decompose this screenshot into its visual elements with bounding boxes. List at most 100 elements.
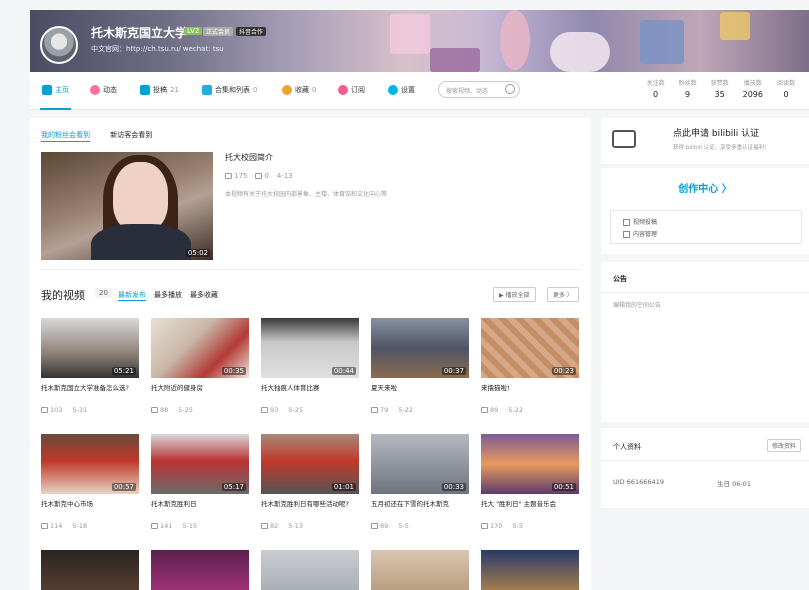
- video-card[interactable]: 05:21 托木斯克国立大学准备怎么选? 103 5-31: [41, 318, 139, 414]
- video-card[interactable]: 00:51 托大 "胜利日" 主题音乐会 170 5-5: [481, 434, 579, 530]
- uid-value: UID 661666419: [613, 478, 664, 486]
- featured-video-title[interactable]: 托大校园简介: [225, 152, 273, 163]
- video-title[interactable]: 来撸猫啦!: [481, 384, 579, 402]
- sort-latest[interactable]: 最新发布: [118, 290, 146, 301]
- video-meta: 89 5-5: [371, 522, 469, 530]
- member-badge: 正式会员: [203, 27, 234, 36]
- video-thumbnail[interactable]: 00:23: [481, 318, 579, 378]
- nav-subscriptions[interactable]: 订阅: [338, 85, 365, 95]
- video-title[interactable]: 托木斯克国立大学准备怎么选?: [41, 384, 139, 402]
- profile-info-title: 个人资料: [613, 443, 641, 451]
- stat-followers[interactable]: 粉丝数 9: [679, 78, 697, 99]
- auth-title[interactable]: 点此申请 bilibili 认证: [673, 126, 759, 139]
- tab-visitors-see[interactable]: 新访客会看到: [110, 131, 152, 139]
- video-thumbnail[interactable]: 00:51: [481, 434, 579, 494]
- video-thumbnail[interactable]: [41, 550, 139, 590]
- banner-decoration: [430, 48, 480, 72]
- nav-home[interactable]: 主页: [40, 85, 71, 110]
- video-thumbnail[interactable]: 05:21: [41, 318, 139, 378]
- video-title[interactable]: 托木斯克中心市场: [41, 500, 139, 518]
- home-icon: [42, 85, 52, 95]
- more-button[interactable]: 更多 〉: [547, 287, 579, 302]
- play-count-value: 89: [380, 522, 389, 530]
- video-title[interactable]: 五月初还在下雪的托木斯克: [371, 500, 469, 518]
- video-card[interactable]: [481, 550, 579, 590]
- banner-decoration: [500, 10, 530, 70]
- video-upload-link[interactable]: 视频投稿: [623, 217, 657, 226]
- video-card[interactable]: [151, 550, 249, 590]
- creator-center-link[interactable]: 创作中心 〉: [601, 180, 809, 195]
- sort-most-favorited[interactable]: 最多收藏: [190, 290, 218, 301]
- upload-date: 5-15: [182, 522, 198, 530]
- auth-card[interactable]: 点此申请 bilibili 认证 获得 bilibili 认证，享受多重认证福利…: [601, 118, 809, 164]
- video-card[interactable]: 05:17 托木斯克胜利日 141 5-15: [151, 434, 249, 530]
- search-input[interactable]: 搜索视频、动态: [446, 86, 488, 95]
- play-count-value: 141: [160, 522, 173, 530]
- video-title[interactable]: 托大附近的健身房: [151, 384, 249, 402]
- upload-date: 5-18: [72, 522, 88, 530]
- video-card[interactable]: 00:57 托木斯克中心市场 114 5-18: [41, 434, 139, 530]
- nav-dynamic[interactable]: 动态: [90, 85, 117, 95]
- video-card[interactable]: 00:35 托大附近的健身房 88 5-25: [151, 318, 249, 414]
- video-thumbnail[interactable]: 00:57: [41, 434, 139, 494]
- video-thumbnail[interactable]: [261, 550, 359, 590]
- video-thumbnail[interactable]: 01:01: [261, 434, 359, 494]
- space-search[interactable]: 搜索视频、动态: [438, 81, 520, 98]
- content-manage-link[interactable]: 内容管理: [623, 229, 657, 238]
- video-duration: 00:57: [111, 483, 136, 491]
- play-count: 114: [41, 522, 62, 530]
- video-thumbnail[interactable]: 00:33: [371, 434, 469, 494]
- play-count-value: 114: [50, 522, 63, 530]
- video-card[interactable]: 00:44 托大独痕人体育比赛 93 5-25: [261, 318, 359, 414]
- video-card[interactable]: 01:01 托木斯克胜利日有哪些活动呢? 82 5-13: [261, 434, 359, 530]
- video-thumbnail[interactable]: [481, 550, 579, 590]
- video-card[interactable]: [261, 550, 359, 590]
- video-duration: 05:21: [111, 367, 136, 375]
- video-meta: 103 5-31: [41, 406, 139, 414]
- stat-likes: 获赞数 35: [711, 78, 729, 99]
- video-card[interactable]: 00:37 夏天来啦 79 5-22: [371, 318, 469, 414]
- video-thumbnail[interactable]: 05:17: [151, 434, 249, 494]
- upload-date: 4-13: [276, 172, 293, 180]
- edit-profile-button[interactable]: 修改资料: [766, 439, 801, 452]
- video-card[interactable]: 00:33 五月初还在下雪的托木斯克 89 5-5: [371, 434, 469, 530]
- nav-collections[interactable]: 合集和列表 0: [202, 85, 257, 95]
- profile-banner: [30, 10, 809, 72]
- upload-icon: [623, 219, 630, 226]
- featured-video-thumbnail[interactable]: 05:02: [41, 152, 213, 260]
- video-title[interactable]: 夏天来啦: [371, 384, 469, 402]
- stat-following[interactable]: 关注数 0: [647, 78, 665, 99]
- sort-most-played[interactable]: 最多播放: [154, 290, 182, 301]
- nav-label: 订阅: [351, 86, 365, 94]
- video-title[interactable]: 托木斯克胜利日: [151, 500, 249, 518]
- video-title[interactable]: 托大独痕人体育比赛: [261, 384, 359, 402]
- video-thumbnail[interactable]: 00:44: [261, 318, 359, 378]
- tab-fans-see[interactable]: 我的粉丝会看到: [41, 131, 90, 142]
- avatar[interactable]: [40, 26, 78, 64]
- play-all-button[interactable]: ▶ 播放全部: [493, 287, 536, 302]
- nav-uploads[interactable]: 投稿 21: [140, 85, 179, 95]
- play-icon: [41, 523, 48, 529]
- video-title[interactable]: 托木斯克胜利日有哪些活动呢?: [261, 500, 359, 518]
- video-title[interactable]: 托大 "胜利日" 主题音乐会: [481, 500, 579, 518]
- video-card[interactable]: 00:23 来撸猫啦! 89 5-22: [481, 318, 579, 414]
- video-duration: 00:23: [551, 367, 576, 375]
- video-meta: 82 5-13: [261, 522, 359, 530]
- nav-label: 动态: [103, 86, 117, 94]
- play-icon: [261, 407, 268, 413]
- nav-favorites[interactable]: 收藏 0: [282, 85, 316, 95]
- video-thumbnail[interactable]: [151, 550, 249, 590]
- search-icon[interactable]: [505, 84, 515, 94]
- stat-reads: 阅读数 0: [777, 78, 795, 99]
- video-card[interactable]: [371, 550, 469, 590]
- nav-settings[interactable]: 设置: [388, 85, 415, 95]
- video-card[interactable]: [41, 550, 139, 590]
- video-thumbnail[interactable]: [371, 550, 469, 590]
- video-thumbnail[interactable]: 00:35: [151, 318, 249, 378]
- notice-editor[interactable]: 编辑我的空间公告: [613, 300, 661, 309]
- video-duration: 00:44: [331, 367, 356, 375]
- nav-label: 主页: [55, 86, 69, 94]
- play-count-value: 175: [234, 172, 248, 180]
- video-thumbnail[interactable]: 00:37: [371, 318, 469, 378]
- play-count-value: 93: [270, 406, 279, 414]
